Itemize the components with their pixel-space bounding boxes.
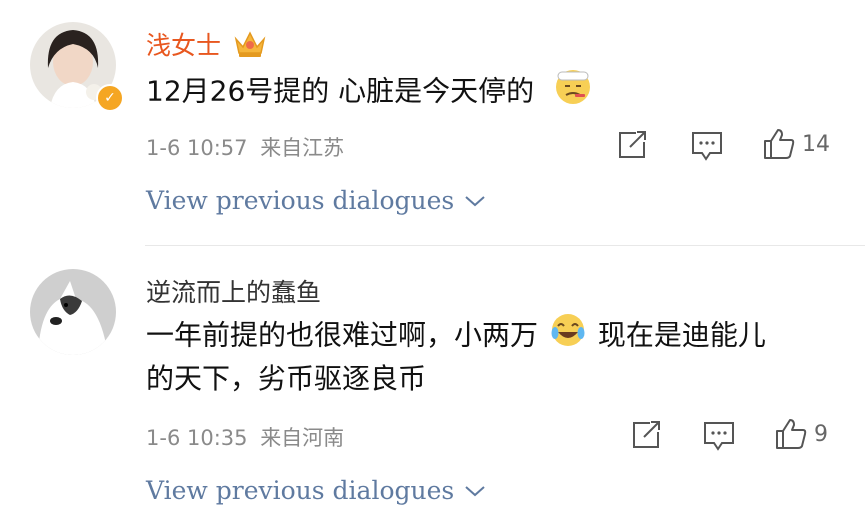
username[interactable]: 逆流而上的蠢鱼	[146, 273, 321, 309]
like-icon	[764, 129, 795, 159]
like-button[interactable]: 14	[762, 127, 830, 161]
comment-meta: 1-6 10:35 来自河南	[146, 422, 344, 452]
comment-item: 逆流而上的蠢鱼 一年前提的也很难过啊，小两万 现在是迪能儿 的天下，劣币驱逐良币…	[0, 246, 865, 526]
comment-meta: 1-6 10:57 来自江苏	[146, 132, 344, 162]
crown-icon	[233, 29, 267, 65]
reply-button[interactable]	[702, 420, 736, 452]
comment-text: 12月26号提的 心脏是今天停的	[146, 66, 593, 119]
laugh-tears-emoji	[549, 311, 587, 362]
timestamp: 1-6 10:35	[146, 426, 248, 450]
avatar[interactable]	[30, 269, 116, 355]
verified-badge-icon: ✓	[96, 84, 124, 112]
chevron-down-icon	[465, 195, 485, 206]
username[interactable]: 浅女士	[146, 26, 267, 65]
timestamp: 1-6 10:57	[146, 136, 248, 160]
comment-icon	[704, 422, 734, 451]
location: 来自河南	[260, 426, 345, 450]
like-count: 14	[802, 131, 830, 157]
share-button[interactable]	[630, 420, 662, 450]
comment-item: ✓ 浅女士 12月26号提的 心脏是今天停的 1-6 10:57 来自江苏 14…	[0, 0, 865, 245]
comment-icon	[692, 132, 722, 161]
share-icon	[633, 421, 660, 448]
view-previous-label: View previous dialogues	[146, 476, 455, 505]
share-button[interactable]	[616, 130, 648, 160]
view-previous-dialogues-link[interactable]: View previous dialogues	[146, 476, 486, 505]
like-button[interactable]: 9	[774, 417, 828, 451]
share-icon	[619, 131, 646, 158]
view-previous-dialogues-link[interactable]: View previous dialogues	[146, 186, 486, 215]
comment-text-line: 的天下，劣币驱逐良币	[146, 362, 427, 395]
view-previous-label: View previous dialogues	[146, 186, 455, 215]
location: 来自江苏	[260, 136, 345, 160]
reply-button[interactable]	[690, 130, 724, 162]
chevron-down-icon	[465, 485, 485, 496]
like-count: 9	[814, 421, 828, 447]
sick-face-emoji	[553, 66, 593, 119]
comment-text: 一年前提的也很难过啊，小两万 现在是迪能儿	[146, 311, 766, 362]
like-icon	[776, 419, 807, 449]
